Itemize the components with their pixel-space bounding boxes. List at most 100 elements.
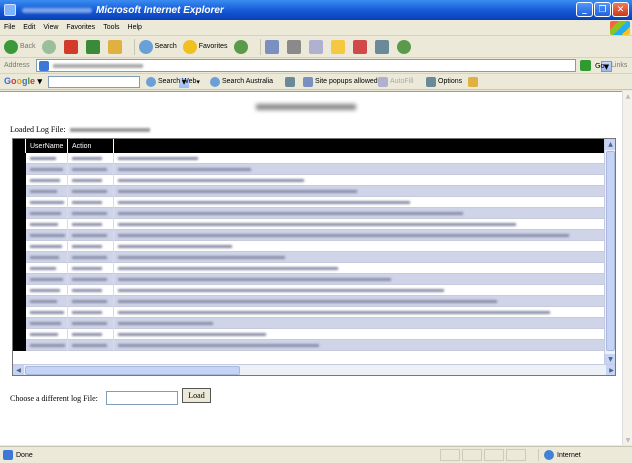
log-row[interactable] xyxy=(13,208,605,219)
log-file-input[interactable] xyxy=(106,391,178,405)
favorites-star-icon xyxy=(182,39,197,54)
folder-button[interactable] xyxy=(330,39,347,54)
log-row[interactable] xyxy=(13,340,605,351)
horizontal-scroll-thumb[interactable] xyxy=(25,366,240,375)
favorites-label: Favorites xyxy=(198,43,228,50)
forward-button[interactable] xyxy=(41,39,58,54)
username-cell xyxy=(26,285,68,296)
menu-favorites[interactable]: Favorites xyxy=(62,24,99,31)
details-cell xyxy=(114,153,605,164)
google-logo[interactable]: Google ▾ xyxy=(4,76,42,87)
log-row[interactable] xyxy=(13,329,605,340)
minimize-button[interactable]: _ xyxy=(576,2,593,17)
pagerank-button[interactable] xyxy=(285,76,297,87)
popup-blocker-button[interactable]: Site popups allowed xyxy=(303,76,378,87)
row-header xyxy=(13,296,26,307)
log-row[interactable] xyxy=(13,186,605,197)
log-horizontal-scrollbar[interactable]: ◀ ▶ xyxy=(13,364,615,375)
log-row[interactable] xyxy=(13,318,605,329)
row-header xyxy=(13,263,26,274)
username-cell xyxy=(26,318,68,329)
redacted-text xyxy=(72,322,107,325)
log-row[interactable] xyxy=(13,263,605,274)
tools-button[interactable] xyxy=(374,39,391,54)
username-cell xyxy=(26,307,68,318)
redacted-text xyxy=(72,333,102,336)
scroll-left-arrow-icon[interactable]: ◀ xyxy=(13,365,24,375)
username-cell xyxy=(26,175,68,186)
stop-button[interactable] xyxy=(63,39,80,54)
home-button[interactable] xyxy=(107,39,124,54)
back-button[interactable]: Back xyxy=(4,39,36,54)
maximize-button[interactable]: ❐ xyxy=(594,2,611,17)
refresh-button[interactable] xyxy=(85,39,102,54)
log-row[interactable] xyxy=(13,285,605,296)
popup-label: Site popups allowed xyxy=(315,78,378,85)
messenger-button[interactable] xyxy=(352,39,369,54)
redacted-text xyxy=(118,179,304,182)
options-button[interactable]: Options xyxy=(426,76,462,87)
print-button[interactable] xyxy=(286,39,303,54)
action-cell xyxy=(68,208,114,219)
log-vertical-scrollbar[interactable]: ▲ ▼ xyxy=(604,139,615,365)
highlighter-button[interactable] xyxy=(468,76,480,87)
vertical-scroll-thumb[interactable] xyxy=(606,151,615,351)
menu-file[interactable]: File xyxy=(0,24,19,31)
google-toolbar: Google ▾ ▼ Search Web ▾ Search Australia… xyxy=(0,74,632,90)
load-button[interactable]: Load xyxy=(182,388,211,403)
links-button[interactable]: Links xyxy=(611,62,627,69)
page-scroll-up-icon[interactable]: ▲ xyxy=(623,91,632,101)
redacted-page-title xyxy=(22,7,92,13)
internet-globe-icon xyxy=(544,450,554,460)
address-input[interactable]: ▼ xyxy=(36,59,612,72)
details-cell xyxy=(114,186,605,197)
menu-tools[interactable]: Tools xyxy=(99,24,123,31)
action-cell xyxy=(68,252,114,263)
favorites-button[interactable]: Favorites xyxy=(182,39,228,54)
media-button[interactable] xyxy=(233,39,250,54)
log-row[interactable] xyxy=(13,197,605,208)
people-button[interactable] xyxy=(396,39,413,54)
address-label: Address xyxy=(4,62,30,69)
close-button[interactable]: ✕ xyxy=(612,2,629,17)
log-row[interactable] xyxy=(13,219,605,230)
redacted-text xyxy=(118,311,550,314)
search-button[interactable]: Search xyxy=(138,39,177,54)
address-bar: Address ▼ Go Links xyxy=(0,58,632,74)
mail-button[interactable] xyxy=(264,39,281,54)
page-vertical-scrollbar[interactable]: ▲ ▼ xyxy=(622,91,632,445)
search-australia-button[interactable]: Search Australia xyxy=(210,76,273,87)
log-row[interactable] xyxy=(13,241,605,252)
redacted-text xyxy=(72,212,107,215)
log-row[interactable] xyxy=(13,175,605,186)
username-cell xyxy=(26,241,68,252)
redacted-text xyxy=(72,179,102,182)
scroll-right-arrow-icon[interactable]: ▶ xyxy=(606,365,615,375)
redacted-url xyxy=(53,63,143,68)
autofill-button[interactable]: AutoFill xyxy=(378,76,413,87)
log-row[interactable] xyxy=(13,296,605,307)
menu-edit[interactable]: Edit xyxy=(19,24,39,31)
go-button[interactable]: Go xyxy=(580,60,605,71)
log-row[interactable] xyxy=(13,153,605,164)
redacted-text xyxy=(30,201,64,204)
redacted-text xyxy=(72,157,102,160)
redacted-text xyxy=(118,289,444,292)
edit-button[interactable] xyxy=(308,39,325,54)
menu-help[interactable]: Help xyxy=(124,24,146,31)
page-scroll-down-icon[interactable]: ▼ xyxy=(623,435,632,445)
log-row[interactable] xyxy=(13,307,605,318)
column-action[interactable]: Action xyxy=(68,139,114,153)
action-cell xyxy=(68,175,114,186)
log-row[interactable] xyxy=(13,230,605,241)
google-search-input[interactable]: ▼ xyxy=(48,75,189,88)
column-username[interactable]: UserName xyxy=(26,139,68,153)
menu-view[interactable]: View xyxy=(39,24,62,31)
log-row[interactable] xyxy=(13,274,605,285)
standard-toolbar: Back Search Favorites xyxy=(0,36,632,58)
log-row[interactable] xyxy=(13,164,605,175)
row-header xyxy=(13,252,26,263)
search-web-button[interactable]: Search Web ▾ xyxy=(146,76,200,87)
scroll-up-arrow-icon[interactable]: ▲ xyxy=(605,139,615,150)
log-row[interactable] xyxy=(13,252,605,263)
